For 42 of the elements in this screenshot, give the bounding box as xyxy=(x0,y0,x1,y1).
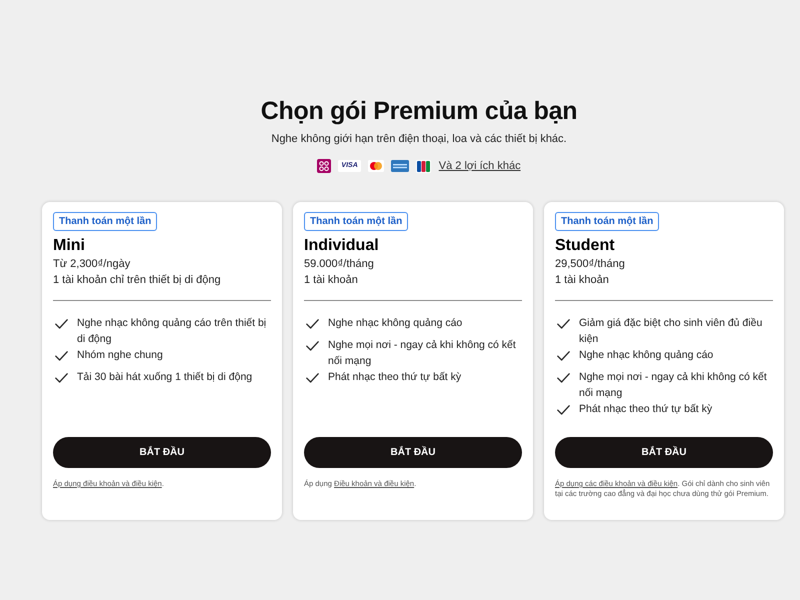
page-subtitle: Nghe không giới hạn trên điện thoại, loa và các thiết bị khác. xyxy=(271,133,567,146)
check-icon xyxy=(306,319,319,329)
start-button[interactable]: BẮT ĐẦU xyxy=(555,437,773,468)
plan-name: Mini xyxy=(53,236,86,256)
plan-name: Individual xyxy=(304,236,380,256)
plan-accounts: 1 tài khoản chỉ trên thiết bị di động xyxy=(53,273,222,288)
feature-text: Nghe nhạc không quảng cáo xyxy=(579,348,714,363)
amex-logo-icon xyxy=(390,160,409,172)
mastercard-logo-icon xyxy=(368,160,384,172)
benefits-link[interactable]: Và 2 lợi ích khác xyxy=(438,160,521,172)
plan-badge: Thanh toán một lần xyxy=(53,212,158,231)
feature-text: Nghe mọi nơi - ngay cả khi không có kết nối mạng xyxy=(579,370,768,401)
feature-text: Tải 30 bài hát xuống 1 thiết bị di động xyxy=(77,370,252,385)
check-icon xyxy=(557,319,570,329)
check-icon xyxy=(55,319,68,329)
feature-text: Giảm giá đặc biệt cho sinh viên đủ điều kiện xyxy=(579,316,764,347)
feature-text: Nghe mọi nơi - ngay cả khi không có kết nối mạng xyxy=(328,338,517,369)
feature-text: Nghe nhạc không quảng cáo xyxy=(328,316,462,331)
check-icon xyxy=(306,341,319,351)
plan-price: 29,500₫/tháng xyxy=(555,257,626,272)
plan-price: Từ 2,300₫/ngày xyxy=(53,257,132,272)
check-icon xyxy=(55,351,68,361)
start-button[interactable]: BẮT ĐẦU xyxy=(304,437,522,468)
check-icon xyxy=(557,373,570,383)
jcb-logo-icon xyxy=(416,160,431,172)
check-icon xyxy=(306,373,319,383)
plan-accounts: 1 tài khoản xyxy=(555,273,610,288)
feature-text: Phát nhạc theo thứ tự bất kỳ xyxy=(328,370,462,385)
check-icon xyxy=(55,373,68,383)
check-icon xyxy=(557,351,570,361)
plan-accounts: 1 tài khoản xyxy=(304,273,359,288)
check-icon xyxy=(557,405,570,415)
feature-text: Nhóm nghe chung xyxy=(77,348,163,363)
plan-badge: Thanh toán một lần xyxy=(555,212,660,231)
wallet-logo-icon xyxy=(317,159,332,173)
plan-name: Student xyxy=(555,236,616,256)
page-title: Chọn gói Premium của bạn xyxy=(260,96,578,126)
feature-text: Nghe nhạc không quảng cáo trên thiết bị di động xyxy=(77,316,268,347)
plan-price: 59.000₫/tháng xyxy=(304,257,375,272)
feature-text: Phát nhạc theo thứ tự bất kỳ xyxy=(579,402,712,417)
start-button[interactable]: BẮT ĐẦU xyxy=(53,437,271,468)
plan-badge: Thanh toán một lần xyxy=(304,212,408,231)
